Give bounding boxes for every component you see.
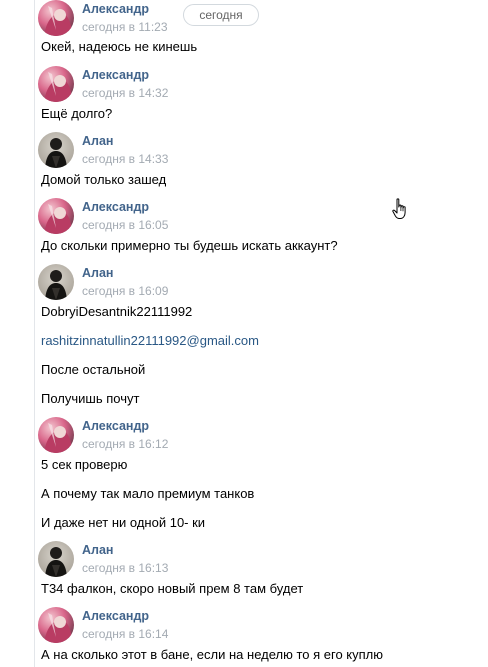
message-time[interactable]: сегодня в 16:05 [82, 218, 168, 232]
conversation-left-border [34, 0, 35, 667]
message-time[interactable]: сегодня в 16:09 [82, 284, 168, 298]
message-text: А на сколько этот в бане, если на неделю… [41, 647, 384, 662]
message-author[interactable]: Александр [82, 419, 149, 433]
message-text: Т34 фалкон, скоро новый прем 8 там будет [41, 581, 304, 596]
avatar-aleksandr[interactable] [38, 198, 74, 234]
message-time[interactable]: сегодня в 11:23 [82, 20, 168, 34]
message-author[interactable]: Александр [82, 68, 149, 82]
message-time[interactable]: сегодня в 16:12 [82, 437, 168, 451]
email-link[interactable]: rashitzinnatullin22111992@gmail.com [41, 333, 259, 348]
avatar-alan[interactable] [38, 541, 74, 577]
date-chip[interactable]: сегодня [183, 4, 259, 26]
message-text: И даже нет ни одной 10- ки [41, 515, 206, 530]
message-time[interactable]: сегодня в 14:33 [82, 152, 168, 166]
message-text: А почему так мало премиум танков [41, 486, 255, 501]
message-author[interactable]: Александр [82, 2, 149, 16]
avatar-aleksandr[interactable] [38, 607, 74, 643]
avatar-alan[interactable] [38, 132, 74, 168]
avatar-alan[interactable] [38, 264, 74, 300]
message-author[interactable]: Александр [82, 200, 149, 214]
message-text: DobryiDesantnik22111992 [41, 304, 193, 319]
message-text: 5 сек проверю [41, 457, 128, 472]
message-text: Окей, надеюсь не кинешь [41, 39, 198, 54]
message-text: Получишь почут [41, 391, 140, 406]
avatar-aleksandr[interactable] [38, 66, 74, 102]
message-text: Домой только зашед [41, 172, 167, 187]
message-text: Ещё долго? [41, 106, 113, 121]
avatar-aleksandr[interactable] [38, 0, 74, 36]
message-time[interactable]: сегодня в 16:13 [82, 561, 168, 575]
message-author[interactable]: Александр [82, 609, 149, 623]
message-time[interactable]: сегодня в 16:14 [82, 627, 168, 641]
message-text: После остальной [41, 362, 146, 377]
message-author[interactable]: Алан [82, 266, 113, 280]
avatar-aleksandr[interactable] [38, 417, 74, 453]
message-author[interactable]: Алан [82, 134, 113, 148]
hand-pointer-cursor-icon [392, 198, 406, 219]
message-author[interactable]: Алан [82, 543, 113, 557]
message-time[interactable]: сегодня в 14:32 [82, 86, 168, 100]
message-text: До скольки примерно ты будешь искать акк… [41, 238, 338, 253]
